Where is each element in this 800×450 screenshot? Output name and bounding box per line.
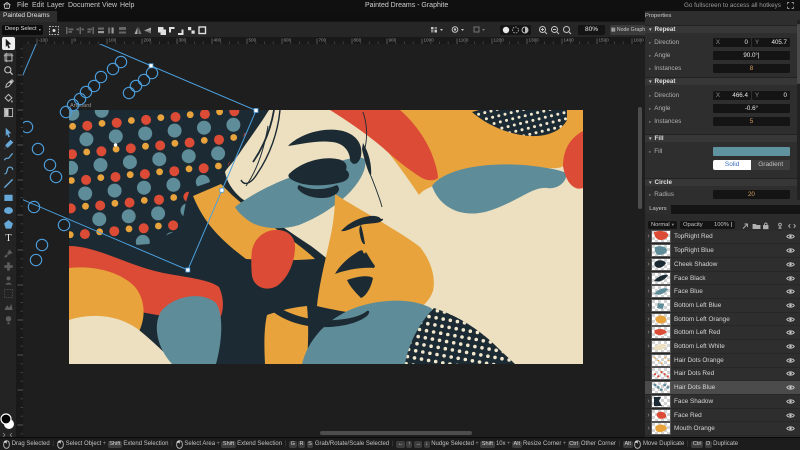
svg-text:Artboard: Artboard bbox=[70, 103, 91, 109]
svg-text:1100: 1100 bbox=[459, 38, 469, 43]
svg-text:1500: 1500 bbox=[599, 38, 610, 43]
svg-text:1200: 1200 bbox=[494, 38, 505, 43]
svg-text:-100: -100 bbox=[39, 38, 49, 43]
svg-text:1000: 1000 bbox=[424, 38, 435, 43]
svg-text:1600: 1600 bbox=[634, 38, 645, 43]
svg-text:1400: 1400 bbox=[564, 38, 575, 43]
svg-text:T: T bbox=[5, 232, 12, 242]
svg-text:0: 0 bbox=[74, 38, 77, 43]
svg-text:1300: 1300 bbox=[529, 38, 540, 43]
